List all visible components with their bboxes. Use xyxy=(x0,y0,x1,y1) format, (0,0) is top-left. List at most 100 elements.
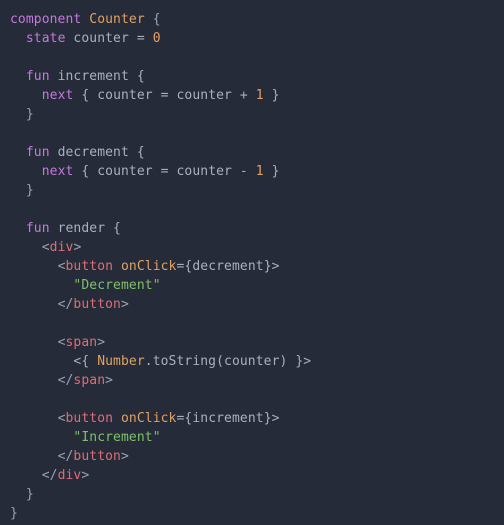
code-token-kw: next xyxy=(41,164,74,179)
code-line[interactable]: } xyxy=(0,181,504,200)
code-token-plain: increment { xyxy=(49,69,145,84)
code-token-attr: onClick xyxy=(121,259,177,274)
code-line[interactable]: fun render { xyxy=(0,219,504,238)
code-token-punc: } xyxy=(10,506,18,521)
code-token-tag: span xyxy=(65,335,98,350)
code-line[interactable]: next { counter = counter + 1 } xyxy=(0,86,504,105)
code-token-plain: counter = xyxy=(65,31,153,46)
code-token-kw: component xyxy=(10,12,82,27)
code-token-punc: } xyxy=(10,487,34,502)
code-token-plain: { counter = counter + xyxy=(73,88,256,103)
code-token-tag: button xyxy=(65,411,114,426)
code-token-plain: } xyxy=(263,88,280,103)
code-token-tag: div xyxy=(49,240,74,255)
code-token-plain: { counter = counter - xyxy=(73,164,256,179)
code-token-tag: span xyxy=(73,373,106,388)
code-line[interactable]: <span> xyxy=(0,333,504,352)
code-token-string: "Decrement" xyxy=(73,278,161,293)
code-line[interactable]: </button> xyxy=(0,295,504,314)
code-line[interactable] xyxy=(0,200,504,219)
code-line[interactable]: next { counter = counter - 1 } xyxy=(0,162,504,181)
code-token-bracket: < xyxy=(57,335,66,350)
code-line[interactable]: fun increment { xyxy=(0,67,504,86)
code-token-kw: next xyxy=(41,88,74,103)
code-line[interactable] xyxy=(0,314,504,333)
code-token-plain: ={decrement}> xyxy=(176,259,280,274)
code-token-kw: state xyxy=(25,31,66,46)
code-token-bracket: </ xyxy=(57,449,74,464)
code-token-bracket: < xyxy=(57,411,66,426)
code-token-punc: } xyxy=(10,107,34,122)
code-line[interactable]: <{ Number.toString(counter) }> xyxy=(0,352,504,371)
code-line[interactable]: state counter = 0 xyxy=(0,29,504,48)
code-token-kw: fun xyxy=(25,69,50,84)
code-token-bracket: </ xyxy=(41,468,58,483)
code-token-bracket: </ xyxy=(57,373,74,388)
code-token-kw: fun xyxy=(25,145,50,160)
code-line[interactable]: <button onClick={increment}> xyxy=(0,409,504,428)
code-line[interactable]: </span> xyxy=(0,371,504,390)
code-line[interactable]: </div> xyxy=(0,466,504,485)
code-token-bracket: > xyxy=(81,468,90,483)
code-token-plain: } xyxy=(263,164,280,179)
code-editor[interactable]: component Counter { state counter = 0 fu… xyxy=(0,0,504,525)
code-token-plain: render { xyxy=(49,221,121,236)
code-token-tag: button xyxy=(65,259,114,274)
code-token-tag: button xyxy=(73,297,121,312)
code-line[interactable]: "Decrement" xyxy=(0,276,504,295)
code-line[interactable] xyxy=(0,124,504,143)
code-token-bracket: > xyxy=(120,449,129,464)
code-token-bracket: > xyxy=(120,297,129,312)
code-line[interactable]: fun decrement { xyxy=(0,143,504,162)
code-token-plain: ={increment}> xyxy=(176,411,280,426)
code-token-bracket: </ xyxy=(57,297,74,312)
code-token-kw: fun xyxy=(25,221,50,236)
code-line[interactable]: component Counter { xyxy=(0,10,504,29)
code-line[interactable] xyxy=(0,48,504,67)
code-line[interactable]: <div> xyxy=(0,238,504,257)
code-token-num: 0 xyxy=(152,31,161,46)
code-token-string: "Increment" xyxy=(73,430,161,445)
code-token-bracket: > xyxy=(105,373,114,388)
code-token-bracket: > xyxy=(73,240,82,255)
code-token-num: 1 xyxy=(255,88,264,103)
code-token-attr: onClick xyxy=(121,411,177,426)
code-token-type: Counter xyxy=(89,12,145,27)
code-token-tag: button xyxy=(73,449,121,464)
code-line[interactable]: <button onClick={decrement}> xyxy=(0,257,504,276)
code-token-type: Number xyxy=(97,354,145,369)
code-line[interactable] xyxy=(0,390,504,409)
code-token-plain: decrement { xyxy=(49,145,145,160)
code-token-bracket: < xyxy=(41,240,50,255)
code-token-plain: <{ xyxy=(10,354,98,369)
code-token-tag: div xyxy=(57,468,82,483)
code-line[interactable]: } xyxy=(0,485,504,504)
code-token-bracket: > xyxy=(97,335,106,350)
code-token-num: 1 xyxy=(255,164,264,179)
code-line[interactable]: "Increment" xyxy=(0,428,504,447)
code-line[interactable]: } xyxy=(0,504,504,523)
code-token-plain: .toString(counter) }> xyxy=(144,354,312,369)
code-token-punc: } xyxy=(10,183,34,198)
code-line[interactable]: } xyxy=(0,105,504,124)
code-line[interactable]: </button> xyxy=(0,447,504,466)
code-token-punc: { xyxy=(144,12,161,27)
